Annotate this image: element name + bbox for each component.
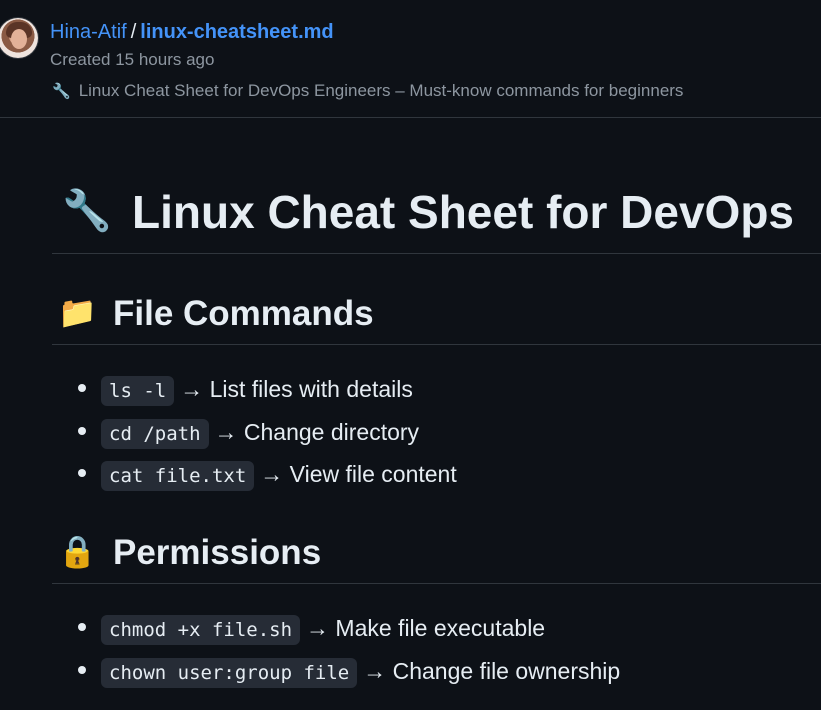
avatar[interactable]	[0, 18, 38, 58]
bullet-icon	[78, 384, 86, 392]
list-item: chmod +x file.sh → Make file executable	[52, 607, 821, 650]
item-description: → Change file ownership	[363, 657, 621, 684]
section-heading-permissions: 🔒 Permissions	[52, 530, 821, 584]
list-item: cat file.txt → View file content	[52, 453, 821, 496]
lock-icon: 🔒	[58, 534, 97, 569]
filename-link[interactable]: linux-cheatsheet.md	[140, 21, 333, 43]
wrench-icon: 🔧	[52, 83, 71, 100]
created-timestamp: Created 15 hours ago	[50, 50, 215, 69]
bullet-icon	[78, 469, 86, 477]
list-item: ls -l → List files with details	[52, 368, 821, 411]
gist-title: Hina-Atif / linux-cheatsheet.md	[50, 20, 334, 44]
wrench-icon: 🔧	[62, 189, 112, 233]
title-separator: /	[130, 21, 137, 43]
description-text: Linux Cheat Sheet for DevOps Engineers –…	[78, 81, 684, 100]
item-description: → Make file executable	[306, 615, 546, 641]
code-snippet: cat file.txt	[101, 461, 255, 491]
list-item: chown user:group file → Change file owner…	[52, 650, 821, 693]
item-description: → View file content	[260, 461, 457, 487]
code-snippet: cd /path	[101, 418, 209, 449]
list-item: cd /path → Change directory	[52, 411, 821, 454]
bullet-icon	[78, 665, 86, 674]
bullet-icon	[78, 426, 86, 435]
section-heading-text: Permissions	[113, 533, 322, 572]
folder-icon: 📁	[58, 295, 97, 330]
code-snippet: chmod +x file.sh	[101, 615, 301, 645]
section-heading-text: File Commands	[113, 294, 374, 333]
code-snippet: ls -l	[101, 376, 175, 406]
page-title: 🔧 Linux Cheat Sheet for DevOps	[52, 182, 821, 254]
page-title-text: Linux Cheat Sheet for DevOps	[132, 186, 795, 238]
avatar-face	[11, 29, 27, 49]
bullet-icon	[78, 623, 86, 631]
section-heading-file-commands: 📁 File Commands	[52, 291, 821, 345]
owner-link[interactable]: Hina-Atif	[50, 21, 127, 43]
gist-description: 🔧 Linux Cheat Sheet for DevOps Engineers …	[52, 81, 683, 101]
item-description: → List files with details	[180, 376, 413, 402]
item-description: → Change directory	[214, 418, 420, 445]
code-snippet: chown user:group file	[101, 657, 358, 688]
file-commands-list: ls -l → List files with details cd /path →…	[52, 368, 821, 496]
gist-header: Hina-Atif / linux-cheatsheet.md Created 15…	[0, 0, 821, 118]
permissions-list: chmod +x file.sh → Make file executable c…	[52, 607, 821, 692]
